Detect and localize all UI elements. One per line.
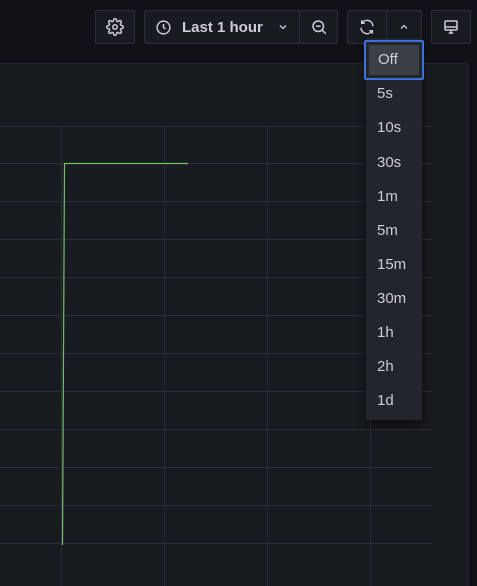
refresh-option-5s[interactable]: 5s (366, 79, 422, 109)
refresh-option-5m[interactable]: 5m (366, 216, 422, 246)
refresh-option-1m[interactable]: 1m (366, 182, 422, 212)
refresh-option-15m[interactable]: 15m (366, 250, 422, 280)
refresh-option-1h[interactable]: 1h (366, 318, 422, 348)
refresh-option-1d[interactable]: 1d (366, 386, 422, 416)
dashboard-page: Last 1 hour Off 5s 10s 30s 1m 5m 15m 30m… (0, 0, 477, 586)
refresh-option-30s[interactable]: 30s (366, 148, 422, 178)
refresh-option-label: Off (369, 45, 419, 75)
refresh-interval-menu: Off 5s 10s 30s 1m 5m 15m 30m 1h 2h 1d (364, 38, 424, 420)
refresh-option-10s[interactable]: 10s (366, 113, 422, 143)
refresh-option-off[interactable]: Off (364, 40, 424, 80)
refresh-option-30m[interactable]: 30m (366, 284, 422, 314)
series-line (61, 162, 188, 546)
refresh-option-2h[interactable]: 2h (366, 352, 422, 382)
